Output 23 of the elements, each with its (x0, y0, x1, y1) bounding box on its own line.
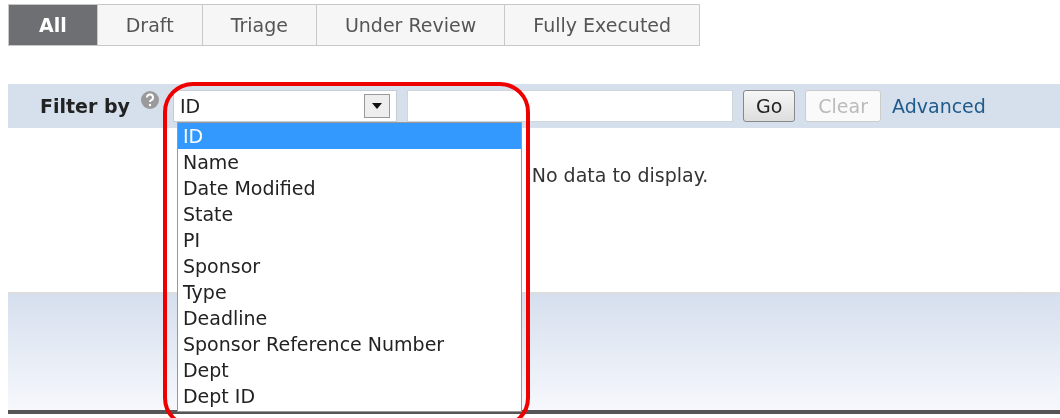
filter-tab[interactable]: All (8, 4, 98, 46)
filter-label: Filter by (40, 95, 130, 117)
dropdown-option[interactable]: Name (177, 149, 521, 175)
dropdown-option[interactable]: Type (177, 279, 521, 305)
empty-message: No data to display. (531, 164, 709, 188)
caret-icon (371, 103, 382, 109)
dropdown-option[interactable]: Dept (177, 357, 521, 383)
dropdown-option[interactable]: Sponsor (177, 253, 521, 279)
dropdown-option[interactable]: Date Modified (177, 175, 521, 201)
advanced-link[interactable]: Advanced (892, 95, 986, 117)
filter-tab[interactable]: Draft (97, 4, 203, 46)
dropdown-option[interactable]: Deadline (177, 305, 521, 331)
filter-select[interactable]: ID (172, 90, 397, 122)
dropdown-option[interactable]: Sponsor Reference Number (177, 331, 521, 357)
filter-input[interactable] (406, 90, 733, 122)
dropdown-option[interactable]: PI (177, 227, 521, 253)
filter-tab[interactable]: Triage (202, 4, 317, 46)
filter-tab[interactable]: Under Review (316, 4, 506, 46)
go-button[interactable]: Go (742, 90, 796, 122)
filter-tab[interactable]: Fully Executed (505, 4, 701, 46)
help-icon[interactable] (139, 90, 160, 110)
dropdown-option[interactable]: Dept ID (177, 383, 521, 409)
dropdown-option[interactable]: State (177, 201, 521, 227)
